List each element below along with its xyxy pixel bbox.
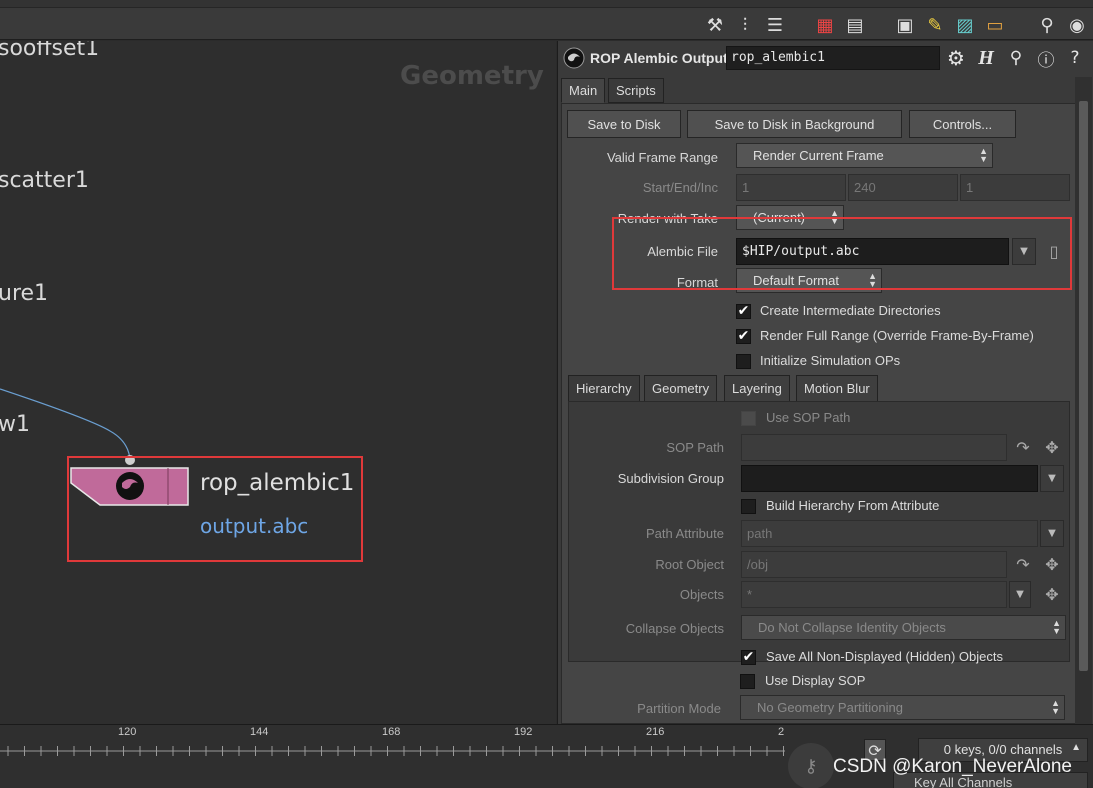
up-arrow-icon: ▲ — [1071, 742, 1081, 753]
save-hidden-checkbox[interactable]: ✔ — [741, 650, 756, 665]
hierarchy-panel: Use SOP Path SOP Path ↷ ✥ Subdivision Gr… — [568, 401, 1070, 665]
network-view[interactable]: Geometry sooffset1 scatter1 ure1 w1 rop_… — [0, 41, 556, 724]
sop-path-field[interactable] — [741, 434, 1007, 461]
parameter-scrollbar[interactable] — [1075, 77, 1092, 724]
sticky-note-icon[interactable]: ✎ — [923, 13, 947, 37]
root-object-label: Root Object — [655, 557, 724, 572]
parameter-grid-icon[interactable]: ▤ — [843, 13, 867, 37]
create-directories-checkbox[interactable]: ✔ — [736, 304, 751, 319]
partition-mode-menu[interactable]: No Geometry Partitioning ▲ ▼ — [740, 695, 1065, 720]
box-icon[interactable]: ▭ — [983, 13, 1007, 37]
create-directories-label: Create Intermediate Directories — [760, 303, 941, 318]
timeline[interactable]: 120 144 168 192 216 2 ⚷ ⟳ 0 keys, 0/0 ch… — [0, 724, 1093, 788]
save-to-disk-button[interactable]: Save to Disk — [567, 110, 681, 138]
scrollbar-thumb[interactable] — [1079, 101, 1088, 671]
timeline-tick-label: 192 — [514, 726, 533, 738]
use-sop-path-checkbox[interactable] — [741, 411, 756, 426]
tools-icon[interactable]: ⚒ — [703, 13, 727, 37]
keys-channels-label: 0 keys, 0/0 channels — [943, 742, 1063, 757]
path-attribute-field[interactable]: path — [741, 520, 1038, 547]
subtab-geometry[interactable]: Geometry — [644, 375, 718, 402]
watermark: CSDN @Karon_NeverAlone — [833, 756, 1072, 777]
gear-icon[interactable]: ⚙ — [944, 46, 968, 70]
subtab-motion-blur[interactable]: Motion Blur — [796, 375, 878, 402]
key-icon[interactable]: ⚷ — [788, 743, 834, 788]
controls-button[interactable]: Controls... — [909, 110, 1016, 138]
collapse-objects-label: Collapse Objects — [625, 621, 724, 636]
start-frame-field[interactable]: 1 — [736, 174, 846, 201]
increment-field[interactable]: 1 — [960, 174, 1070, 201]
top-toolbar: ⚒ ⫶ ☰ ▦ ▤ ▣ ✎ ▨ ▭ ⚲ ◉ — [0, 0, 1093, 40]
list-icon[interactable]: ☰ — [763, 13, 787, 37]
node-type-title: ROP Alembic Output — [590, 50, 728, 66]
subtab-layering[interactable]: Layering — [724, 375, 790, 402]
node-name-field[interactable]: rop_alembic1 — [726, 46, 940, 70]
start-end-inc-label: Start/End/Inc — [642, 180, 718, 195]
question-icon[interactable]: ? — [1063, 46, 1087, 70]
collapse-objects-menu[interactable]: Do Not Collapse Identity Objects ▲ ▼ — [741, 615, 1066, 640]
init-simulation-checkbox[interactable] — [736, 354, 751, 369]
timeline-tick-label: 2 — [778, 726, 785, 738]
valid-frame-range-menu[interactable]: Render Current Frame ▲ ▼ — [736, 143, 993, 168]
partition-mode-label: Partition Mode — [637, 701, 721, 716]
collapse-objects-value: Do Not Collapse Identity Objects — [758, 620, 946, 635]
save-to-disk-background-button[interactable]: Save to Disk in Background — [687, 110, 902, 138]
menu-arrows-icon: ▲ ▼ — [979, 146, 988, 164]
color-grid-icon[interactable]: ▦ — [813, 13, 837, 37]
objects-field[interactable]: * — [741, 581, 1007, 608]
use-display-sop-label: Use Display SOP — [765, 673, 866, 688]
timeline-tick-label: 144 — [250, 726, 269, 738]
subdivision-group-field[interactable] — [741, 465, 1038, 492]
main-tab-panel: Save to Disk Save to Disk in Background … — [561, 103, 1077, 724]
network-layout-icon[interactable]: ▣ — [893, 13, 917, 37]
node-chooser-icon[interactable]: ✥ — [1041, 553, 1063, 575]
timeline-tick-label: 216 — [646, 726, 665, 738]
timeline-tick-label: 120 — [118, 726, 137, 738]
menu-arrows-icon: ▲ ▼ — [1051, 698, 1060, 716]
objects-label: Objects — [679, 587, 724, 602]
build-hierarchy-checkbox[interactable] — [741, 499, 756, 514]
menu-arrows-icon: ▲ ▼ — [1052, 618, 1061, 636]
image-add-icon[interactable]: ▨ — [953, 13, 977, 37]
highlight-box — [67, 456, 363, 562]
valid-frame-range-value: Render Current Frame — [753, 148, 884, 163]
timeline-tick-label: 168 — [382, 726, 401, 738]
use-display-sop-checkbox[interactable] — [740, 674, 755, 689]
build-hierarchy-label: Build Hierarchy From Attribute — [766, 498, 940, 513]
render-full-range-label: Render Full Range (Override Frame-By-Fra… — [760, 328, 1034, 343]
partition-mode-value: No Geometry Partitioning — [757, 700, 903, 715]
use-sop-path-label: Use SOP Path — [766, 410, 851, 425]
sop-path-label: SOP Path — [666, 440, 724, 455]
node-wire — [0, 388, 135, 465]
valid-frame-range-label: Valid Frame Range — [606, 150, 718, 165]
eye-icon[interactable]: ◉ — [1065, 13, 1089, 37]
render-full-range-checkbox[interactable]: ✔ — [736, 329, 751, 344]
path-attribute-label: Path Attribute — [645, 526, 724, 541]
end-frame-field[interactable]: 240 — [848, 174, 958, 201]
title-strip — [0, 0, 1093, 8]
zoom-icon[interactable]: ⚲ — [1035, 13, 1059, 37]
jump-arrow-icon[interactable]: ↷ — [1012, 553, 1034, 575]
info-icon[interactable]: ⓘ — [1034, 46, 1058, 71]
save-hidden-label: Save All Non-Displayed (Hidden) Objects — [766, 649, 1003, 664]
timeline-ruler[interactable] — [0, 739, 785, 765]
init-simulation-label: Initialize Simulation OPs — [760, 353, 901, 368]
tab-scripts[interactable]: Scripts — [608, 78, 664, 103]
node-chooser-icon[interactable]: ✥ — [1041, 436, 1063, 458]
tree-icon[interactable]: ⫶ — [733, 13, 757, 37]
objects-dropdown[interactable]: ▼ — [1009, 581, 1031, 608]
node-chooser-icon[interactable]: ✥ — [1041, 583, 1063, 605]
alembic-node-icon — [562, 46, 586, 70]
help-h-icon[interactable]: H — [974, 46, 998, 70]
subdivision-group-dropdown[interactable]: ▼ — [1040, 465, 1064, 492]
path-attribute-dropdown[interactable]: ▼ — [1040, 520, 1064, 547]
root-object-field[interactable]: /obj — [741, 551, 1007, 578]
subtab-hierarchy[interactable]: Hierarchy — [568, 375, 640, 402]
subdivision-group-label: Subdivision Group — [617, 471, 724, 486]
highlight-box — [612, 217, 1072, 290]
parameter-pane: ROP Alembic Output rop_alembic1 ⚙ H ⚲ ⓘ … — [557, 41, 1093, 724]
jump-arrow-icon[interactable]: ↷ — [1012, 436, 1034, 458]
search-icon[interactable]: ⚲ — [1004, 46, 1028, 70]
tab-main[interactable]: Main — [561, 78, 606, 103]
